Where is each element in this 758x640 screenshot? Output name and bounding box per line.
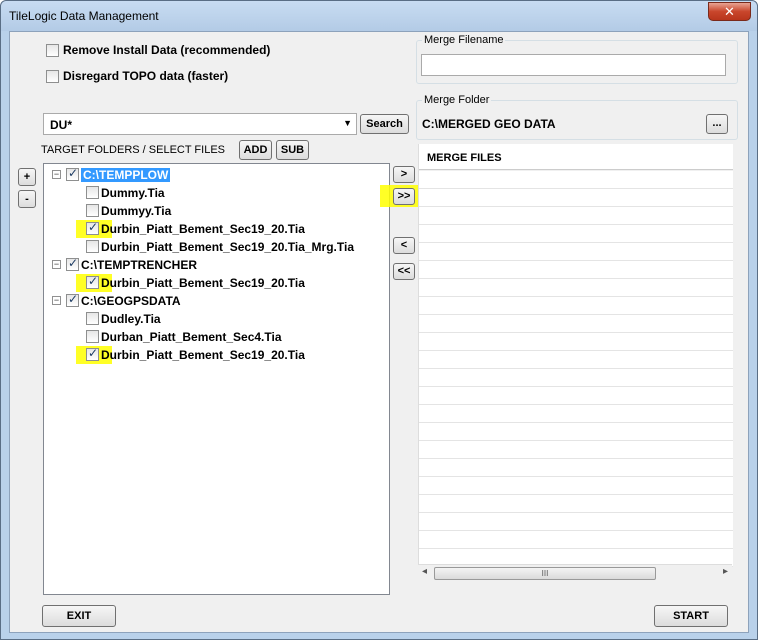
tree-checkbox[interactable] bbox=[66, 292, 79, 307]
search-value: DU* bbox=[50, 118, 73, 132]
list-row[interactable] bbox=[419, 207, 733, 225]
search-combobox[interactable]: DU* ▼ bbox=[43, 113, 357, 135]
tree-folder-node[interactable]: − C:\GEOGPSDATA bbox=[44, 292, 384, 309]
list-row[interactable] bbox=[419, 225, 733, 243]
folder-tree[interactable]: − C:\TEMPPLOW Dummy.Tia Dummyy.Tia Durbin_Pi… bbox=[43, 163, 390, 595]
list-row[interactable] bbox=[419, 369, 733, 387]
tree-file-node[interactable]: Dummy.Tia bbox=[44, 185, 384, 201]
list-row[interactable] bbox=[419, 513, 733, 531]
sub-button[interactable]: SUB bbox=[276, 140, 309, 160]
merge-folder-label: Merge Folder bbox=[422, 94, 492, 106]
list-row[interactable] bbox=[419, 261, 733, 279]
tree-file-node[interactable]: Durbin_Piatt_Bement_Sec19_20.Tia bbox=[44, 346, 384, 363]
list-row[interactable] bbox=[419, 459, 733, 477]
expand-button[interactable]: + bbox=[18, 168, 36, 186]
list-row[interactable] bbox=[419, 279, 733, 297]
list-row[interactable] bbox=[419, 531, 733, 549]
scroll-left-icon[interactable]: ◂ bbox=[422, 566, 427, 577]
disregard-topo-label: Disregard TOPO data (faster) bbox=[63, 69, 229, 83]
collapse-icon[interactable]: − bbox=[52, 260, 61, 269]
merge-files-list[interactable]: MERGE FILES bbox=[418, 144, 733, 580]
remove-all-button[interactable]: << bbox=[393, 263, 415, 280]
tree-checkbox[interactable] bbox=[66, 166, 79, 181]
tree-node-label[interactable]: Dudley.Tia bbox=[101, 312, 161, 326]
scroll-grip-icon: III bbox=[541, 569, 549, 578]
scroll-thumb[interactable]: III bbox=[434, 567, 656, 580]
search-button[interactable]: Search bbox=[360, 114, 409, 134]
list-row[interactable] bbox=[419, 243, 733, 261]
tree-checkbox[interactable] bbox=[86, 240, 99, 253]
tree-checkbox[interactable] bbox=[86, 274, 99, 289]
horizontal-scrollbar[interactable]: ◂ III ▸ bbox=[418, 564, 732, 581]
list-row[interactable] bbox=[419, 171, 733, 189]
tree-checkbox[interactable] bbox=[86, 312, 99, 325]
title-bar[interactable]: TileLogic Data Management ✕ bbox=[1, 1, 757, 31]
close-button[interactable]: ✕ bbox=[708, 2, 751, 21]
list-row[interactable] bbox=[419, 423, 733, 441]
start-button[interactable]: START bbox=[654, 605, 728, 627]
scroll-right-icon[interactable]: ▸ bbox=[723, 566, 728, 577]
merge-filename-input[interactable] bbox=[421, 54, 726, 76]
list-row[interactable] bbox=[419, 315, 733, 333]
collapse-icon[interactable]: − bbox=[52, 296, 61, 305]
move-all-button[interactable]: >> bbox=[393, 188, 415, 205]
tree-checkbox[interactable] bbox=[86, 220, 99, 235]
tree-checkbox[interactable] bbox=[86, 204, 99, 217]
app-window: TileLogic Data Management ✕ Remove Insta… bbox=[0, 0, 758, 640]
tree-file-node[interactable]: Durbin_Piatt_Bement_Sec19_20.Tia_Mrg.Tia bbox=[44, 239, 384, 255]
tree-node-label[interactable]: Durban_Piatt_Bement_Sec4.Tia bbox=[101, 330, 282, 344]
browse-folder-button[interactable]: ... bbox=[706, 114, 728, 134]
tree-node-label[interactable]: C:\GEOGPSDATA bbox=[81, 294, 181, 308]
chevron-down-icon[interactable]: ▼ bbox=[343, 118, 352, 128]
tree-checkbox[interactable] bbox=[66, 256, 79, 271]
tree-checkbox[interactable] bbox=[86, 330, 99, 343]
add-button[interactable]: ADD bbox=[239, 140, 272, 160]
remove-one-button[interactable]: < bbox=[393, 237, 415, 254]
collapse-button[interactable]: - bbox=[18, 190, 36, 208]
tree-node-label[interactable]: Durbin_Piatt_Bement_Sec19_20.Tia_Mrg.Tia bbox=[101, 240, 354, 254]
list-row[interactable] bbox=[419, 477, 733, 495]
merge-folder-value: C:\MERGED GEO DATA bbox=[422, 117, 556, 131]
remove-install-checkbox[interactable] bbox=[46, 44, 59, 57]
main-panel: Remove Install Data (recommended) Disreg… bbox=[9, 31, 749, 633]
list-row[interactable] bbox=[419, 495, 733, 513]
list-row[interactable] bbox=[419, 405, 733, 423]
tree-node-label[interactable]: Durbin_Piatt_Bement_Sec19_20.Tia bbox=[101, 348, 305, 362]
tree-folder-node[interactable]: − C:\TEMPPLOW bbox=[44, 166, 384, 183]
tree-file-node[interactable]: Durbin_Piatt_Bement_Sec19_20.Tia bbox=[44, 220, 384, 237]
window-title: TileLogic Data Management bbox=[9, 9, 159, 23]
list-row[interactable] bbox=[419, 333, 733, 351]
tree-checkbox[interactable] bbox=[86, 186, 99, 199]
tree-file-node[interactable]: Durban_Piatt_Bement_Sec4.Tia bbox=[44, 329, 384, 345]
tree-node-label[interactable]: Durbin_Piatt_Bement_Sec19_20.Tia bbox=[101, 222, 305, 236]
list-row[interactable] bbox=[419, 387, 733, 405]
tree-folder-node[interactable]: − C:\TEMPTRENCHER bbox=[44, 256, 384, 273]
tree-node-label[interactable]: C:\TEMPPLOW bbox=[81, 168, 171, 182]
disregard-topo-checkbox[interactable] bbox=[46, 70, 59, 83]
move-one-button[interactable]: > bbox=[393, 166, 415, 183]
tree-node-label[interactable]: C:\TEMPTRENCHER bbox=[81, 258, 197, 272]
exit-button[interactable]: EXIT bbox=[42, 605, 116, 627]
list-row[interactable] bbox=[419, 189, 733, 207]
collapse-icon[interactable]: − bbox=[52, 170, 61, 179]
merge-filename-label: Merge Filename bbox=[422, 34, 506, 46]
list-row[interactable] bbox=[419, 351, 733, 369]
merge-files-header: MERGE FILES bbox=[419, 144, 733, 170]
tree-node-label[interactable]: Dummy.Tia bbox=[101, 186, 165, 200]
list-row[interactable] bbox=[419, 441, 733, 459]
tree-file-node[interactable]: Dudley.Tia bbox=[44, 311, 384, 327]
tree-node-label[interactable]: Dummyy.Tia bbox=[101, 204, 171, 218]
tree-file-node[interactable]: Dummyy.Tia bbox=[44, 203, 384, 219]
tree-node-label[interactable]: Durbin_Piatt_Bement_Sec19_20.Tia bbox=[101, 276, 305, 290]
tree-checkbox[interactable] bbox=[86, 346, 99, 361]
remove-install-label: Remove Install Data (recommended) bbox=[63, 43, 271, 57]
list-row[interactable] bbox=[419, 297, 733, 315]
tree-file-node[interactable]: Durbin_Piatt_Bement_Sec19_20.Tia bbox=[44, 274, 384, 291]
target-folders-label: TARGET FOLDERS / SELECT FILES bbox=[41, 144, 225, 156]
